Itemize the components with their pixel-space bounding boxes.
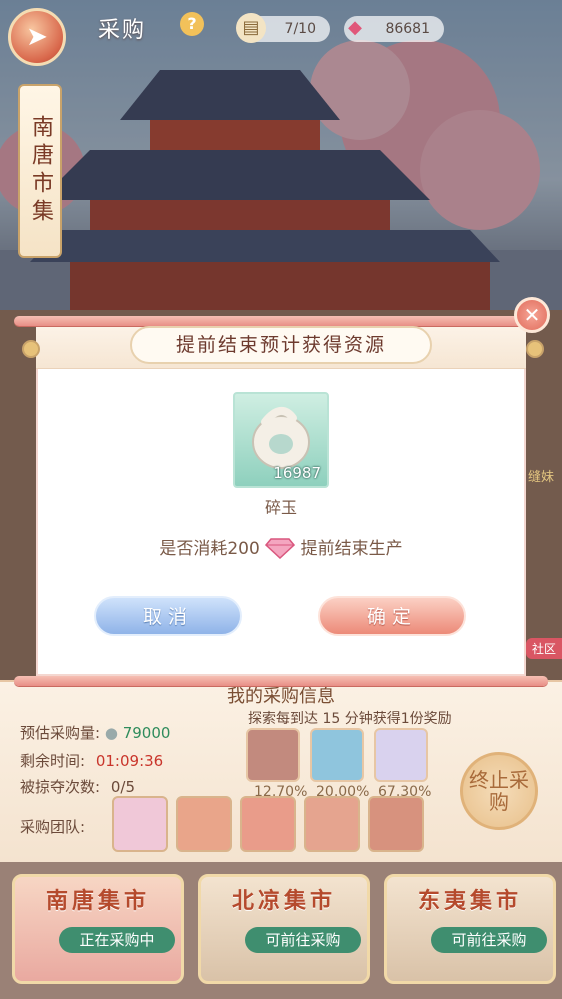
estimated-row: 预估采购量: ● 79000	[20, 722, 170, 743]
dialog-title: 提前结束预计获得资源	[130, 326, 432, 364]
stamina-counter[interactable]: ▤ 7/10	[236, 13, 330, 43]
rod-ornament	[526, 340, 544, 358]
team-label: 采购团队:	[20, 818, 86, 836]
top-bar: ➤ 采购 ? ▤ 7/10 ◆ 86681	[0, 0, 562, 66]
item-name: 碎玉	[264, 498, 297, 517]
scroll-icon: ▤	[236, 13, 266, 43]
market-name: 南唐集市	[45, 889, 150, 914]
side-label: 缝妹	[527, 470, 554, 485]
gem-icon	[265, 538, 296, 559]
confirm-button[interactable]: 确定	[318, 596, 466, 636]
gem-counter[interactable]: ◆ 86681	[344, 16, 444, 42]
raided-label: 被掠夺次数:	[20, 778, 101, 796]
reward-text: 探索每到达 15 分钟获得1份奖励	[248, 711, 452, 727]
back-button[interactable]: ➤	[8, 8, 66, 66]
remaining-row: 剩余时间: 01:09:36	[20, 750, 163, 771]
estimated-value: 79000	[122, 724, 171, 742]
confirm-suffix: 提前结束生产	[300, 539, 403, 559]
gem-value: 86681	[385, 21, 430, 37]
team-member[interactable]	[112, 796, 168, 852]
remaining-value: 01:09:36	[95, 752, 164, 770]
scroll-rod-top	[14, 316, 548, 326]
purchase-info-panel: 我的采购信息 预估采购量: ● 79000 剩余时间: 01:09:36 被掠夺…	[0, 680, 562, 862]
team-member[interactable]	[304, 796, 360, 852]
remaining-label: 剩余时间:	[20, 752, 86, 770]
close-button[interactable]: ✕	[514, 297, 550, 333]
reward-slot[interactable]	[246, 728, 300, 782]
close-icon: ✕	[523, 303, 541, 327]
market-card-nantang[interactable]: 南唐集市 正在采购中	[12, 874, 184, 984]
confirm-message: 是否消耗200 提前结束生产	[36, 534, 526, 559]
jade-icon: ●	[104, 724, 118, 742]
market-card-beiliang[interactable]: 北凉集市 可前往采购	[198, 874, 370, 984]
location-banner: 南唐市集	[18, 84, 62, 258]
market-status: 正在采购中	[59, 927, 175, 953]
estimated-label: 预估采购量:	[20, 724, 101, 742]
stamina-value: 7/10	[284, 21, 316, 37]
gem-icon: ◆	[348, 17, 362, 38]
market-card-dongyi[interactable]: 东夷集市 可前往采购	[384, 874, 556, 984]
raided-row: 被掠夺次数: 0/5	[20, 776, 135, 797]
team-member[interactable]	[368, 796, 424, 852]
market-status: 可前往采购	[245, 927, 361, 953]
market-status: 可前往采购	[431, 927, 547, 953]
cancel-button[interactable]: 取消	[94, 596, 242, 636]
rod-ornament	[22, 340, 40, 358]
raided-value: 0/5	[110, 778, 135, 796]
stop-purchase-button[interactable]: 终止采购	[460, 752, 538, 830]
scroll-rod-bottom	[14, 676, 548, 686]
team-member[interactable]	[240, 796, 296, 852]
reward-slot[interactable]	[310, 728, 364, 782]
social-tab[interactable]: 社区	[525, 638, 562, 659]
market-name: 东夷集市	[417, 889, 522, 914]
team-member[interactable]	[176, 796, 232, 852]
market-name: 北凉集市	[231, 889, 336, 914]
confirm-prefix: 是否消耗200	[159, 539, 260, 559]
page-title: 采购	[98, 18, 147, 43]
paper-plane-icon: ➤	[26, 22, 48, 52]
reward-slot[interactable]	[374, 728, 428, 782]
item-slot[interactable]: 16987	[233, 392, 329, 488]
item-count: 16987	[273, 464, 321, 482]
help-icon[interactable]: ?	[180, 12, 204, 36]
